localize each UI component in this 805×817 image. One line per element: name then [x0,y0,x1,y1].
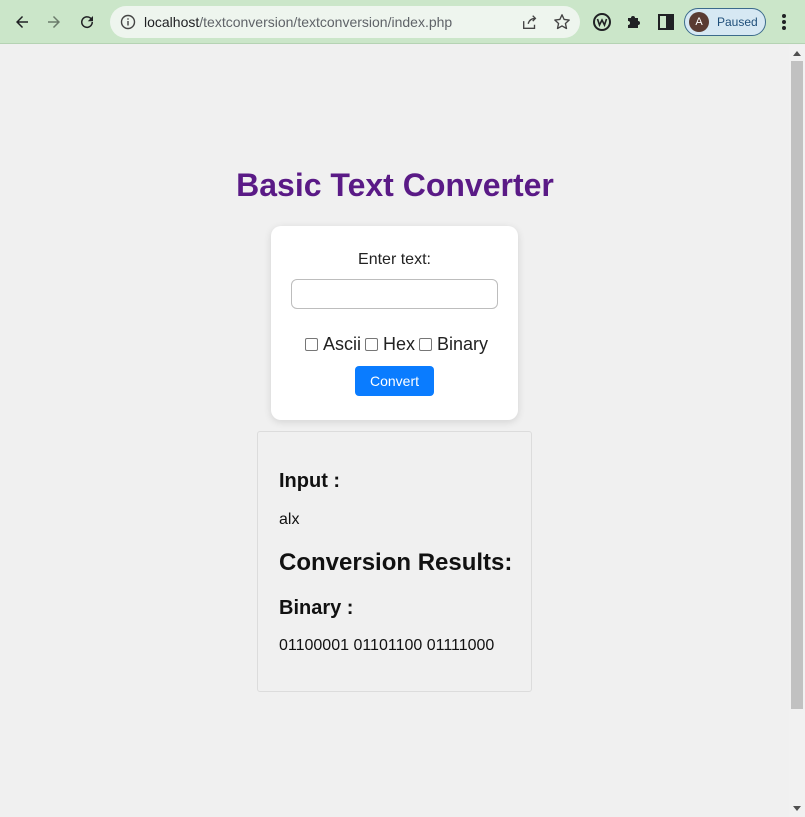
text-input-label: Enter text: [358,251,431,268]
scrollbar-thumb[interactable] [791,61,803,709]
converter-form: Enter text: Ascii Hex Binary Convert [271,226,518,420]
text-input[interactable] [291,279,498,309]
vertical-scrollbar[interactable] [789,45,805,817]
reload-icon[interactable] [75,10,99,34]
avatar: A [689,12,709,32]
binary-heading: Binary : [279,597,354,619]
ascii-label: Ascii [322,334,361,354]
binary-label: Binary [437,334,489,354]
info-icon[interactable] [120,14,136,30]
binary-value: 01100001 01101100 01111000 [279,637,495,654]
scroll-up-icon[interactable] [793,51,801,56]
page-title: Basic Text Converter [236,167,554,203]
puzzle-icon[interactable] [624,12,644,32]
forward-icon[interactable] [42,10,66,34]
profile-button[interactable]: A Paused [684,8,766,36]
extension-w-icon[interactable] [592,12,612,32]
menu-icon[interactable] [776,12,792,32]
page-content: Basic Text Converter Enter text: Ascii H… [1,45,789,817]
input-heading: Input : [279,470,341,492]
profile-status: Paused [717,15,758,29]
back-icon[interactable] [10,10,34,34]
star-icon[interactable] [553,13,571,31]
share-icon[interactable] [521,13,539,31]
url-text: localhost/textconversion/textconversion/… [144,14,453,30]
scroll-down-icon[interactable] [793,806,801,811]
browser-toolbar: localhost/textconversion/textconversion/… [0,0,805,44]
conversion-options: Ascii Hex Binary [271,334,518,355]
address-bar[interactable]: localhost/textconversion/textconversion/… [110,6,580,38]
sidepanel-icon[interactable] [656,12,676,32]
hex-checkbox[interactable] [364,338,378,351]
convert-button[interactable]: Convert [355,366,434,396]
results-panel: Input : alx Conversion Results: Binary :… [257,431,532,692]
ascii-checkbox[interactable] [304,338,318,351]
binary-checkbox[interactable] [419,338,432,351]
hex-label: Hex [382,334,415,354]
conversion-heading: Conversion Results: [279,549,513,576]
input-value: alx [279,511,300,528]
